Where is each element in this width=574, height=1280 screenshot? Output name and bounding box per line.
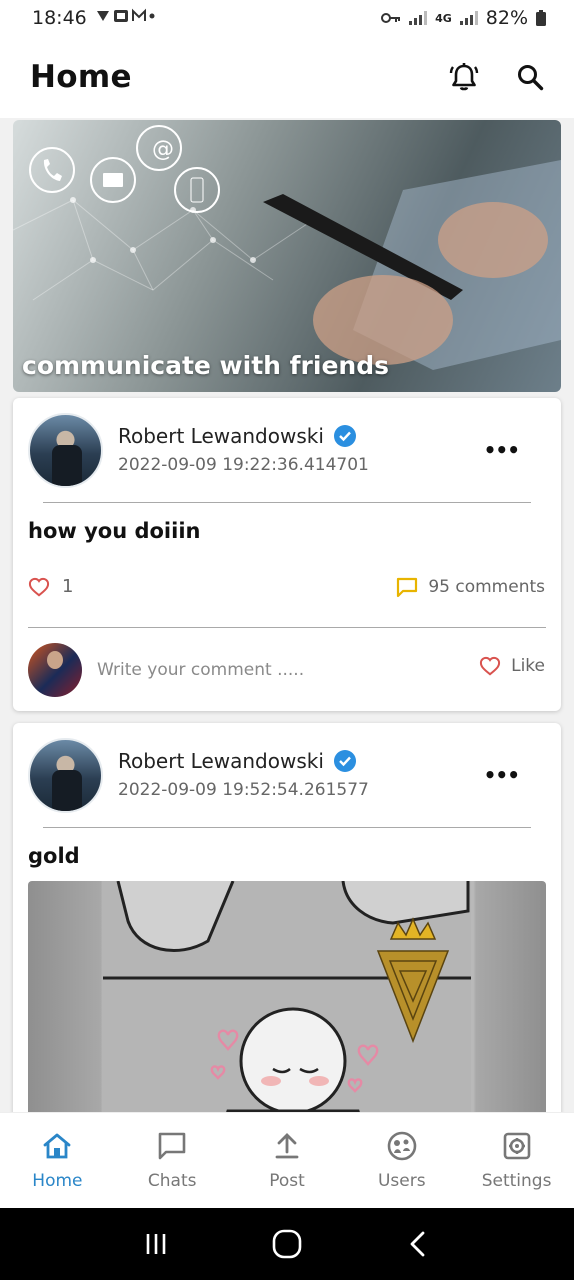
users-icon (387, 1131, 417, 1161)
search-icon (518, 65, 544, 91)
bottom-nav: Home Chats Post Users Settings (0, 1112, 574, 1208)
verified-icon (333, 425, 356, 447)
nav-label-home: Home (32, 1170, 83, 1191)
avatar[interactable] (28, 738, 103, 813)
checkmark-icon (339, 431, 351, 442)
post-card: Robert Lewandowski 2022-09-09 19:52:54.2… (13, 723, 561, 1112)
nav-label-post: Post (269, 1170, 305, 1191)
network-type: 4G (435, 11, 452, 25)
like-button[interactable]: Like (479, 656, 545, 676)
post-author[interactable]: Robert Lewandowski (118, 424, 356, 448)
status-time: 18:46 (32, 7, 87, 29)
nav-item-settings[interactable]: Settings (459, 1113, 574, 1208)
heart-icon (480, 656, 501, 676)
post-image[interactable] (28, 881, 546, 1112)
like-count[interactable]: 1 (28, 576, 73, 597)
post-text: gold (28, 844, 80, 868)
verified-icon (333, 750, 356, 772)
post-date: 2022-09-09 19:22:36.414701 (118, 455, 369, 475)
recent-apps-button[interactable] (136, 1224, 176, 1264)
author-name: Robert Lewandowski (118, 749, 324, 773)
comments-count: 95 comments (428, 577, 545, 597)
nav-item-home[interactable]: Home (0, 1113, 115, 1208)
more-options-icon[interactable]: ••• (484, 763, 520, 787)
checkmark-icon (339, 756, 351, 767)
nav-label-users: Users (377, 1170, 426, 1191)
screen: 18:46 4G 82% Home @ communicate with fri… (0, 0, 574, 1280)
notification-icons (95, 8, 155, 28)
back-button[interactable] (398, 1224, 438, 1264)
home-icon (42, 1131, 72, 1161)
status-left: 18:46 (32, 7, 155, 29)
nav-label-settings: Settings (481, 1170, 552, 1191)
app-bar: Home (0, 36, 574, 118)
notification-icons-svg (96, 8, 155, 22)
author-name: Robert Lewandowski (118, 424, 324, 448)
back-icon (410, 1231, 425, 1257)
search-button[interactable] (508, 55, 552, 99)
comment-icon (397, 577, 418, 598)
divider (28, 627, 546, 628)
nav-item-users[interactable]: Users (344, 1113, 459, 1208)
feed[interactable]: @ communicate with friends Robert Lewand… (0, 118, 574, 1112)
home-circle-icon (272, 1229, 302, 1259)
post-date: 2022-09-09 19:52:54.261577 (118, 780, 369, 800)
banner: @ communicate with friends (13, 120, 561, 392)
signal-icon-1 (409, 11, 428, 25)
comments-link[interactable]: 95 comments (396, 576, 545, 598)
system-nav-bar (0, 1208, 574, 1280)
like-count-value: 1 (62, 576, 74, 597)
nav-label-chats: Chats (147, 1170, 197, 1191)
bell-icon (449, 63, 479, 91)
chat-icon (157, 1131, 187, 1161)
post-author[interactable]: Robert Lewandowski (118, 749, 356, 773)
home-system-button[interactable] (267, 1224, 307, 1264)
comment-input[interactable] (97, 660, 397, 680)
more-options-icon[interactable]: ••• (484, 438, 520, 462)
settings-icon (503, 1131, 531, 1161)
avatar[interactable] (28, 413, 103, 488)
battery-level: 82% (485, 7, 528, 29)
banner-caption: communicate with friends (22, 351, 389, 380)
current-user-avatar (28, 643, 82, 697)
battery-icon (536, 10, 546, 26)
notifications-button[interactable] (442, 55, 486, 99)
key-icon (381, 13, 401, 23)
svg-text:@: @ (152, 137, 174, 162)
post-card: Robert Lewandowski 2022-09-09 19:22:36.4… (13, 398, 561, 711)
post-text: how you doiiin (28, 519, 201, 543)
nav-item-chats[interactable]: Chats (115, 1113, 230, 1208)
status-right: 4G 82% (381, 7, 546, 29)
divider (43, 502, 531, 503)
divider (43, 827, 531, 828)
nav-item-post[interactable]: Post (230, 1113, 345, 1208)
page-title: Home (30, 59, 132, 95)
status-bar: 18:46 4G 82% (0, 0, 574, 36)
like-label: Like (511, 656, 545, 676)
upload-icon (274, 1131, 300, 1161)
post-image-illustration (103, 881, 471, 1112)
recent-apps-icon (146, 1234, 165, 1254)
heart-icon (28, 577, 50, 596)
signal-icon-2 (459, 11, 478, 25)
